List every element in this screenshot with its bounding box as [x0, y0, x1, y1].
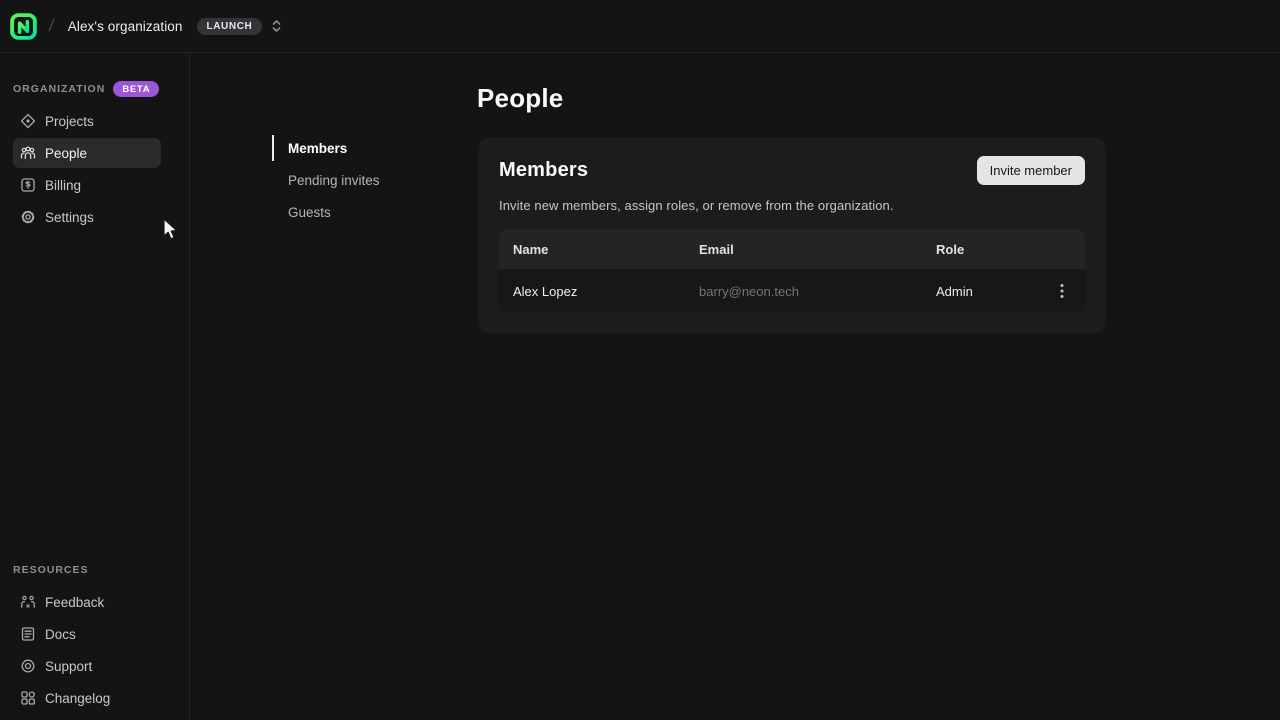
people-icon [20, 145, 36, 161]
projects-icon [20, 113, 36, 129]
neon-logo-icon[interactable] [10, 13, 37, 40]
settings-icon [20, 209, 36, 225]
sidebar-item-label: Support [45, 659, 92, 674]
subnav-members[interactable]: Members [272, 138, 380, 158]
table-row: Alex Lopez barry@neon.tech Admin [499, 269, 1085, 313]
column-header-name: Name [499, 242, 685, 257]
organization-section-label: ORGANIZATION [13, 83, 105, 95]
sidebar-item-docs[interactable]: Docs [13, 619, 161, 649]
sidebar-item-billing[interactable]: Billing [13, 170, 161, 200]
feedback-icon [20, 594, 36, 610]
row-actions-kebab-icon[interactable] [1039, 269, 1085, 313]
plan-badge[interactable]: LAUNCH [197, 18, 263, 35]
sidebar-item-label: Docs [45, 627, 76, 642]
sidebar-item-label: Settings [45, 210, 94, 225]
subnav-pending-invites[interactable]: Pending invites [272, 170, 380, 190]
sidebar-item-changelog[interactable]: Changelog [13, 683, 161, 713]
members-card-title: Members [499, 159, 588, 182]
sidebar-item-people[interactable]: People [13, 138, 161, 168]
sidebar-item-label: Changelog [45, 691, 110, 706]
page-title: People [477, 83, 563, 114]
docs-icon [20, 626, 36, 642]
top-header: / Alex's organization LAUNCH [0, 0, 1280, 53]
members-table: Name Email Role Alex Lopez barry@neon.te… [499, 229, 1085, 313]
sidebar-item-settings[interactable]: Settings [13, 202, 161, 232]
sidebar-item-projects[interactable]: Projects [13, 106, 161, 136]
sidebar-item-label: Billing [45, 178, 81, 193]
org-name[interactable]: Alex's organization [68, 19, 183, 34]
sidebar-item-support[interactable]: Support [13, 651, 161, 681]
sidebar-item-label: Projects [45, 114, 94, 129]
people-subnav: Members Pending invites Guests [272, 138, 380, 234]
billing-icon [20, 177, 36, 193]
invite-member-button[interactable]: Invite member [977, 156, 1085, 185]
sidebar: ORGANIZATION BETA Projects People [0, 54, 190, 720]
column-header-email: Email [685, 242, 922, 257]
breadcrumb-separator: / [48, 16, 56, 36]
resources-section: RESOURCES Feedback [0, 565, 189, 715]
column-header-role: Role [922, 242, 1039, 257]
member-email: barry@neon.tech [685, 284, 922, 299]
main-content: People Members Pending invites Guests Me… [191, 54, 1280, 720]
member-role: Admin [922, 284, 1039, 299]
table-header-row: Name Email Role [499, 229, 1085, 269]
support-icon [20, 658, 36, 674]
sidebar-item-label: People [45, 146, 87, 161]
org-nav: Projects People [0, 106, 189, 232]
resources-nav: Feedback Docs Support [0, 587, 189, 713]
member-name: Alex Lopez [499, 284, 685, 299]
members-card: Members Invite member Invite new members… [478, 137, 1106, 333]
sidebar-item-label: Feedback [45, 595, 104, 610]
subnav-guests[interactable]: Guests [272, 202, 380, 222]
resources-section-label: RESOURCES [13, 564, 89, 576]
org-switcher-chevrons-icon[interactable] [270, 18, 283, 34]
sidebar-item-feedback[interactable]: Feedback [13, 587, 161, 617]
beta-badge: BETA [113, 81, 159, 97]
members-card-description: Invite new members, assign roles, or rem… [499, 198, 1085, 213]
changelog-icon [20, 690, 36, 706]
app-window: / Alex's organization LAUNCH ORGANIZATIO… [0, 0, 1280, 720]
